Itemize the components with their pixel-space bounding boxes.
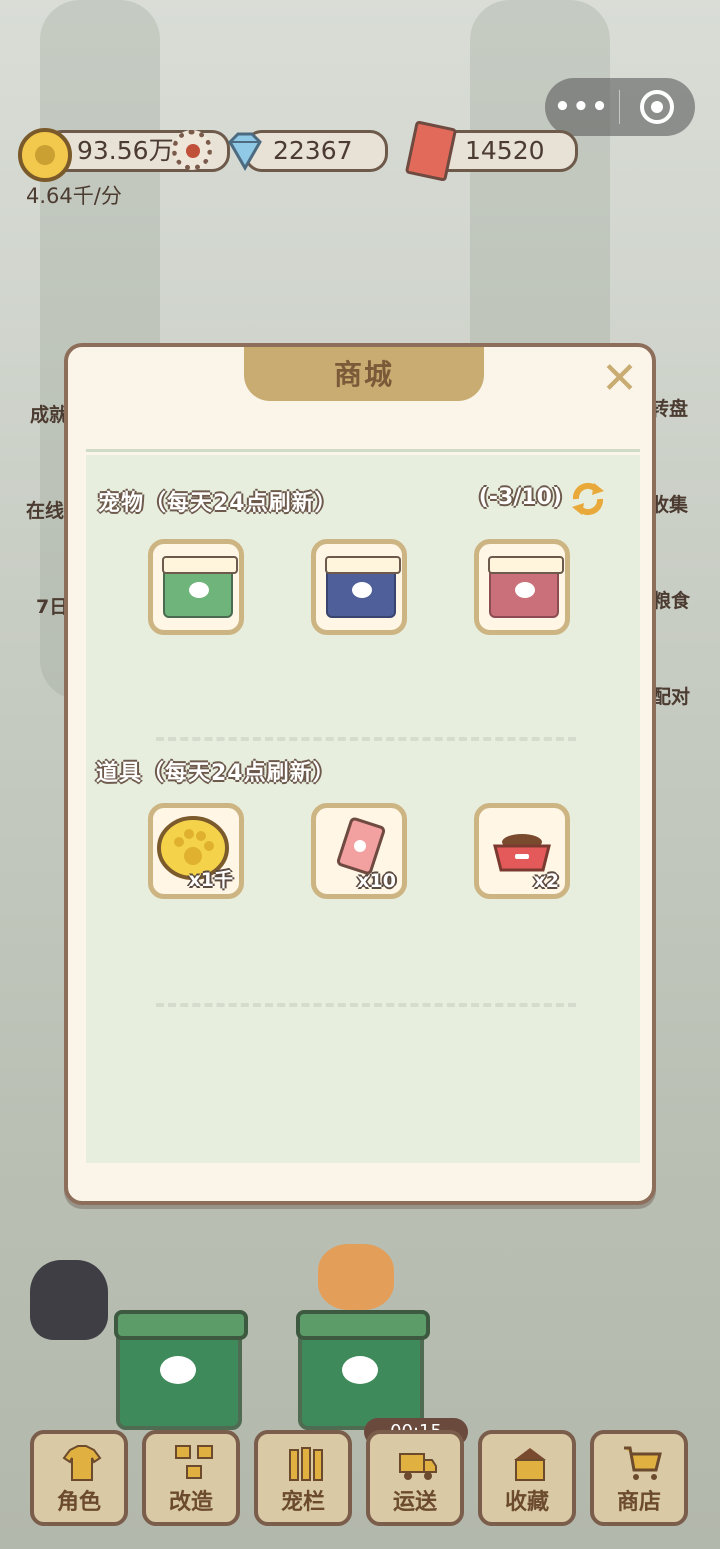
shirt-icon: [62, 1445, 102, 1481]
shiba-dog[interactable]: [318, 1244, 394, 1310]
side-match[interactable]: 配对: [652, 682, 690, 709]
close-icon: ✕: [601, 353, 638, 404]
diamond-icon: [228, 132, 262, 172]
cat-face-icon: [189, 582, 209, 598]
item-quantity: x1千: [188, 869, 233, 891]
box-lid: [162, 556, 238, 574]
box-lid: [488, 556, 564, 574]
miniprogram-capsule: •••: [545, 78, 695, 136]
section-divider: [156, 737, 576, 741]
pet-box-lid: [296, 1310, 430, 1340]
close-button[interactable]: ✕: [601, 357, 638, 401]
pet-slot-red[interactable]: [474, 539, 570, 635]
nav-label: 宠栏: [280, 1490, 325, 1515]
pet-box[interactable]: [114, 1310, 248, 1430]
cat-face-icon: [352, 582, 372, 598]
gear-icon[interactable]: [172, 130, 212, 170]
nav-collection[interactable]: 收藏: [478, 1430, 576, 1526]
item-quantity: x10: [357, 870, 396, 892]
red-box-icon: [488, 556, 564, 618]
nav-upgrade[interactable]: 改造: [142, 1430, 240, 1526]
pet-box[interactable]: [296, 1310, 430, 1430]
nav-label: 收藏: [504, 1490, 549, 1515]
shop-modal: 商城 ✕ 宠物（每天24点刷新） (-3/10) 道具（每天24点刷新） x1千…: [64, 343, 656, 1205]
side-online[interactable]: 在线: [26, 496, 64, 523]
close-miniprogram-button[interactable]: [620, 90, 694, 124]
pet-slot-green[interactable]: [148, 539, 244, 635]
blue-box-icon: [325, 556, 401, 618]
nav-store[interactable]: 商店: [590, 1430, 688, 1526]
item-quantity: x2: [533, 870, 559, 892]
more-icon[interactable]: •••: [545, 92, 619, 122]
cat-face-icon: [342, 1356, 378, 1384]
coin-icon: [18, 128, 72, 182]
house-icon: [514, 1448, 546, 1481]
fence-icon: [289, 1447, 323, 1481]
green-box-icon: [162, 556, 238, 618]
cart-icon: [624, 1446, 662, 1480]
record-icon: [640, 90, 674, 124]
items-section-title: 道具（每天24点刷新）: [96, 761, 336, 786]
item-slot-coins[interactable]: x1千: [148, 803, 244, 899]
pet-box-lid: [114, 1310, 248, 1340]
cat-face-icon: [160, 1356, 196, 1384]
side-food[interactable]: 粮食: [652, 586, 690, 613]
refresh-counter: (-3/10): [478, 485, 562, 510]
nav-delivery[interactable]: 运送: [366, 1430, 464, 1526]
item-slot-tickets[interactable]: x10: [311, 803, 407, 899]
item-slot-food[interactable]: x2: [474, 803, 570, 899]
nav-label: 角色: [56, 1490, 101, 1515]
nav-label: 商店: [616, 1490, 661, 1515]
section-divider: [156, 1003, 576, 1007]
nav-role[interactable]: 角色: [30, 1430, 128, 1526]
shop-title: 商城: [244, 347, 484, 401]
truck-icon: [399, 1453, 437, 1480]
diamond-value: 22367: [273, 136, 353, 165]
nav-label: 改造: [168, 1490, 213, 1515]
ticket-value: 14520: [465, 136, 545, 165]
side-achievement[interactable]: 成就: [30, 400, 68, 427]
nav-pen[interactable]: 宠栏: [254, 1430, 352, 1526]
refresh-icon[interactable]: [568, 481, 608, 517]
tools-icon: [175, 1445, 213, 1479]
shop-panel: 宠物（每天24点刷新） (-3/10) 道具（每天24点刷新） x1千 x10 …: [86, 439, 640, 1163]
box-lid: [325, 556, 401, 574]
coin-value: 93.56万: [77, 136, 174, 165]
pets-section-title: 宠物（每天24点刷新）: [98, 491, 338, 516]
grass-edge: [86, 449, 640, 458]
income-rate: 4.64千/分: [26, 184, 122, 208]
cat-face-icon: [515, 582, 535, 598]
nav-label: 运送: [392, 1490, 437, 1515]
black-cat[interactable]: [30, 1260, 108, 1340]
pet-slot-blue[interactable]: [311, 539, 407, 635]
